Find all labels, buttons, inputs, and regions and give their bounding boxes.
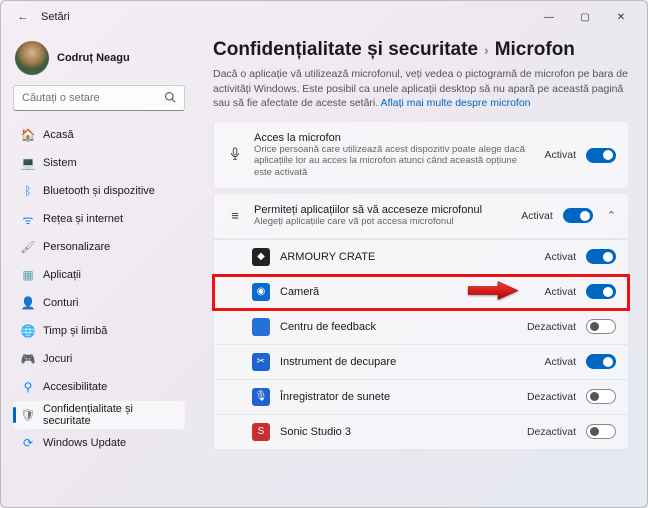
minimize-button[interactable]: — [531,3,567,31]
person-icon: 👤 [21,296,35,310]
access-sub: Orice persoană care utilizează acest dis… [254,144,534,178]
app-state: Activat [544,356,576,368]
app-icon: ◆ [252,248,270,266]
system-icon: 💻 [21,156,35,170]
list-icon: ≡ [226,208,244,223]
avatar [15,41,49,75]
app-name: Cameră [280,286,534,298]
window-title: Setări [41,11,70,23]
app-state: Activat [544,251,576,263]
app-icon: ◉ [252,283,270,301]
app-row[interactable]: ◆ ARMOURY CRATE Activat [213,239,629,275]
allow-state: Activat [521,210,553,222]
page-title: Microfon [495,39,575,61]
accessibility-icon: ⚲ [21,380,35,394]
shield-icon: 🛡 [21,408,35,422]
maximize-button[interactable]: ▢ [567,3,603,31]
app-toggle[interactable] [586,249,616,264]
app-state: Dezactivat [527,391,576,403]
sidebar-item-personalization[interactable]: 🖌Personalizare [13,233,185,261]
app-toggle[interactable] [586,284,616,299]
app-toggle[interactable] [586,424,616,439]
app-state: Dezactivat [527,426,576,438]
access-toggle[interactable] [586,148,616,163]
app-row[interactable]: ✂ Instrument de decupare Activat [213,345,629,380]
app-row[interactable]: 👤 Centru de feedback Dezactivat [213,310,629,345]
app-toggle[interactable] [586,319,616,334]
close-button[interactable]: ✕ [603,3,639,31]
search-box[interactable] [13,85,185,111]
profile-block[interactable]: Codruț Neagu [13,37,185,85]
microphone-icon [226,147,244,164]
access-title: Acces la microfon [254,132,534,144]
sidebar-item-gaming[interactable]: 🎮Jocuri [13,345,185,373]
app-row[interactable]: ◉ Cameră Activat [213,275,629,310]
apps-icon: ▦ [21,268,35,282]
learn-more-link[interactable]: Aflați mai multe despre microfon [381,97,531,109]
access-microphone-card[interactable]: Acces la microfon Orice persoană care ut… [213,121,629,189]
wifi-icon: ᯤ [21,212,35,226]
app-icon: 🎙 [252,388,270,406]
app-toggle[interactable] [586,389,616,404]
sidebar-item-time[interactable]: 🌐Timp și limbă [13,317,185,345]
page-description: Dacă o aplicație vă utilizează microfonu… [213,67,629,111]
sidebar-item-apps[interactable]: ▦Aplicații [13,261,185,289]
bluetooth-icon: ᛒ [21,184,35,198]
home-icon: 🏠 [21,128,35,142]
breadcrumb: Confidențialitate și securitate › Microf… [213,39,629,61]
app-name: Centru de feedback [280,321,517,333]
sidebar: Codruț Neagu 🏠Acasă 💻Sistem ᛒBluetooth ș… [1,33,193,507]
access-state: Activat [544,149,576,161]
gamepad-icon: 🎮 [21,352,35,366]
profile-name: Codruț Neagu [57,52,130,64]
sidebar-item-system[interactable]: 💻Sistem [13,149,185,177]
sidebar-item-privacy[interactable]: 🛡Confidențialitate și securitate [13,401,185,429]
title-bar: ← Setări — ▢ ✕ [1,1,647,33]
app-row[interactable]: S Sonic Studio 3 Dezactivat [213,415,629,450]
app-toggle[interactable] [586,354,616,369]
allow-toggle[interactable] [563,208,593,223]
app-state: Activat [544,286,576,298]
sidebar-item-update[interactable]: ⟳Windows Update [13,429,185,457]
app-name: ARMOURY CRATE [280,251,534,263]
app-icon: 👤 [252,318,270,336]
app-icon: S [252,423,270,441]
nav-list: 🏠Acasă 💻Sistem ᛒBluetooth și dispozitive… [13,121,185,499]
sidebar-item-bluetooth[interactable]: ᛒBluetooth și dispozitive [13,177,185,205]
breadcrumb-sep: › [484,42,489,58]
sidebar-item-accounts[interactable]: 👤Conturi [13,289,185,317]
brush-icon: 🖌 [21,240,35,254]
breadcrumb-parent[interactable]: Confidențialitate și securitate [213,39,478,61]
sidebar-item-home[interactable]: 🏠Acasă [13,121,185,149]
app-name: Sonic Studio 3 [280,426,517,438]
chevron-up-icon[interactable]: ⌃ [607,209,616,222]
allow-title: Permiteți aplicațiilor să vă acceseze mi… [254,204,511,216]
main-content: Confidențialitate și securitate › Microf… [193,33,647,507]
back-button[interactable]: ← [13,11,33,23]
allow-apps-card[interactable]: ≡ Permiteți aplicațiilor să vă acceseze … [213,193,629,238]
app-state: Dezactivat [527,321,576,333]
app-name: Înregistrator de sunete [280,391,517,403]
update-icon: ⟳ [21,436,35,450]
search-input[interactable] [22,92,164,104]
app-list: ◆ ARMOURY CRATE Activat ◉ Cameră Activat 👤 Cent… [213,239,629,450]
app-name: Instrument de decupare [280,356,534,368]
app-icon: ✂ [252,353,270,371]
globe-icon: 🌐 [21,324,35,338]
search-icon [164,91,176,106]
sidebar-item-accessibility[interactable]: ⚲Accesibilitate [13,373,185,401]
allow-sub: Alegeți aplicațiile care vă pot accesa m… [254,216,511,227]
sidebar-item-network[interactable]: ᯤRețea și internet [13,205,185,233]
app-row[interactable]: 🎙 Înregistrator de sunete Dezactivat [213,380,629,415]
